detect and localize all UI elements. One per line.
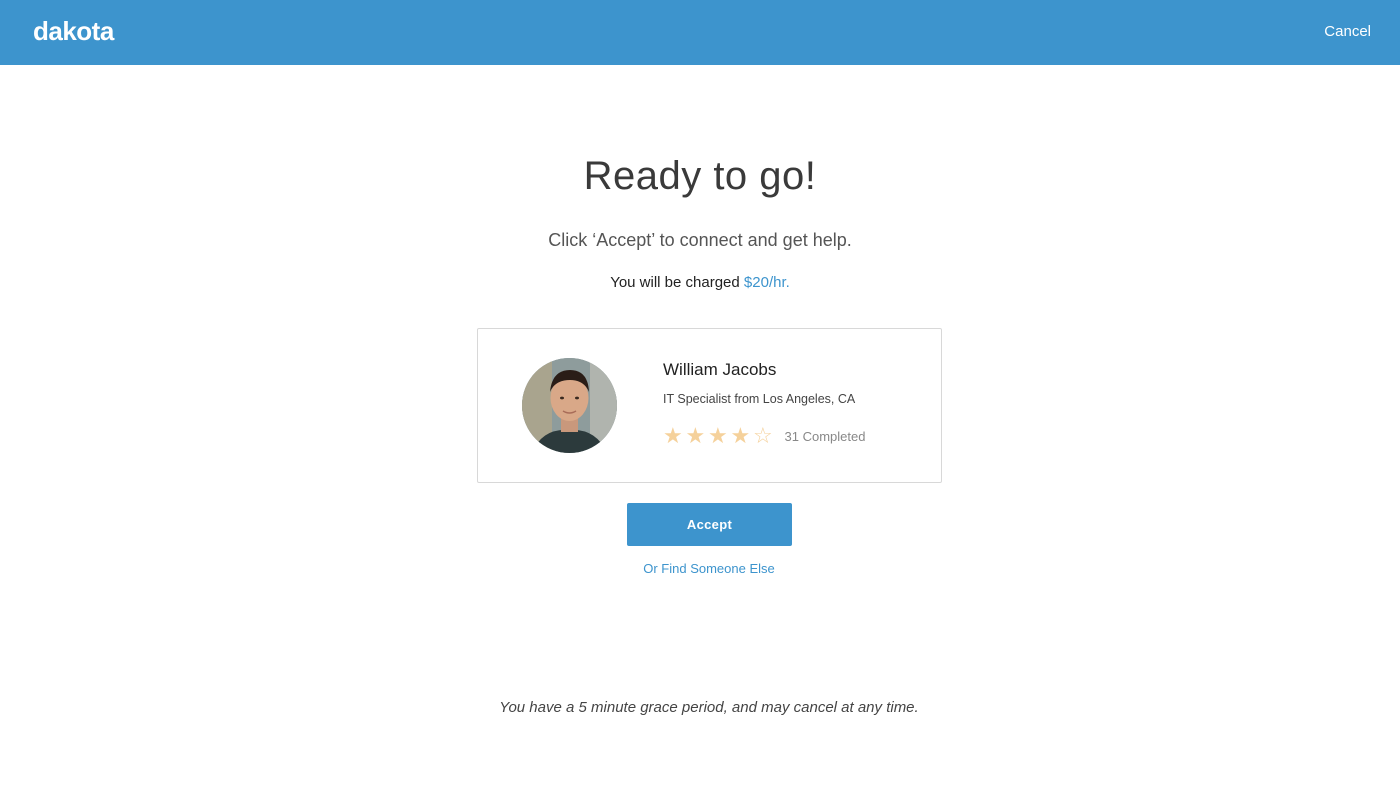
avatar bbox=[522, 358, 617, 453]
page-title: Ready to go! bbox=[583, 154, 817, 198]
specialist-name: William Jacobs bbox=[663, 360, 777, 379]
specialist-role: IT Specialist from Los Angeles, CA bbox=[663, 392, 856, 406]
dakota-logo[interactable]: dakota bbox=[33, 16, 114, 47]
star-filled-icon: ★ bbox=[730, 423, 751, 448]
find-someone-else-link[interactable]: Or Find Someone Else bbox=[0, 561, 1400, 576]
star-empty-icon: ☆ bbox=[753, 423, 773, 448]
page-subtitle: Click ‘Accept’ to connect and get help. bbox=[548, 230, 852, 250]
rating: ★ ★ ★ ★ ☆ 31 Completed bbox=[663, 424, 865, 448]
specialist-card: William Jacobs IT Specialist from Los An… bbox=[477, 328, 942, 483]
charge-prefix: You will be charged bbox=[610, 274, 740, 291]
charge-notice: You will be charged $20/hr. bbox=[0, 274, 1400, 291]
charge-rate: $20/hr. bbox=[743, 274, 790, 291]
star-filled-icon: ★ bbox=[663, 423, 683, 448]
accept-button[interactable]: Accept bbox=[627, 503, 792, 546]
grace-period-note: You have a 5 minute grace period, and ma… bbox=[499, 699, 919, 716]
top-bar: dakota Cancel bbox=[0, 0, 1400, 65]
cancel-link[interactable]: Cancel bbox=[1324, 23, 1371, 40]
star-filled-icon: ★ bbox=[685, 423, 706, 448]
completed-count: 31 Completed bbox=[784, 428, 866, 444]
star-filled-icon: ★ bbox=[708, 423, 728, 448]
